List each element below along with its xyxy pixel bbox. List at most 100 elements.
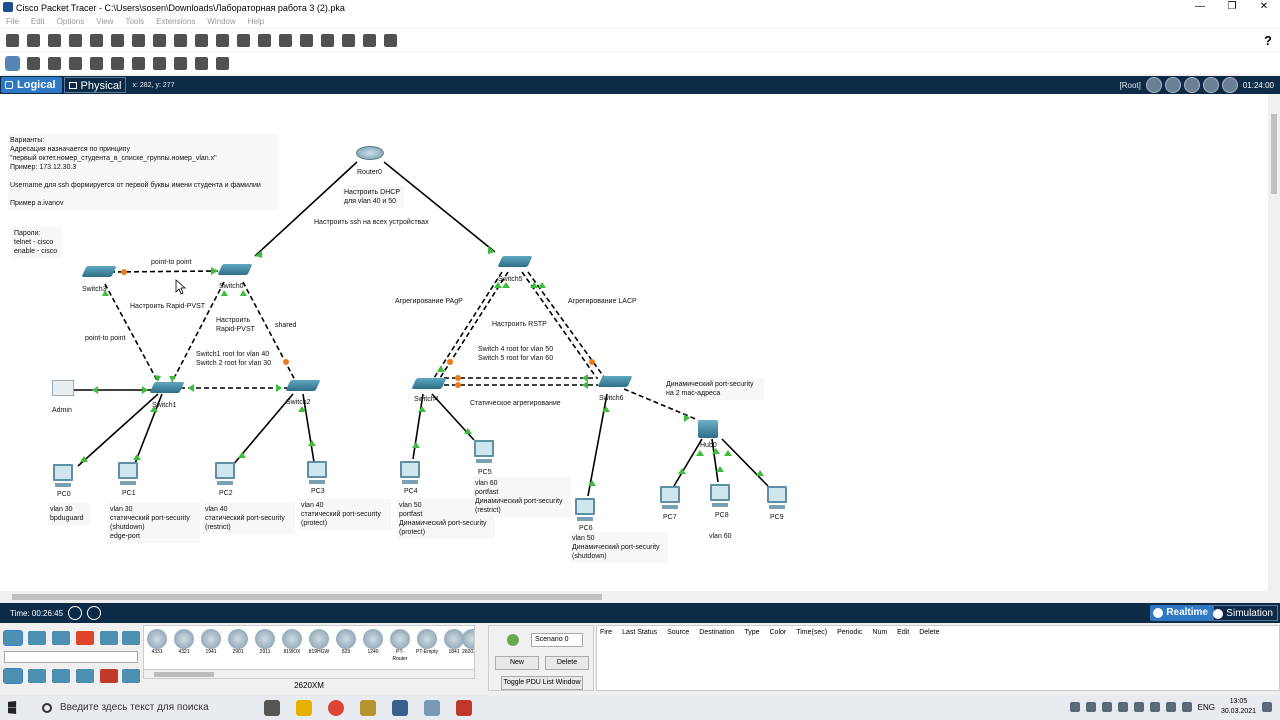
note-dhcp[interactable]: Настроить DHCP для vlan 40 и 50 [342, 186, 404, 208]
environment-icon[interactable] [1202, 77, 1219, 93]
scroll-thumb[interactable] [1271, 114, 1277, 194]
calculator-icon[interactable] [360, 699, 376, 716]
router0[interactable] [356, 146, 384, 160]
language-indicator[interactable]: ENG [1198, 703, 1215, 712]
print-icon[interactable] [69, 33, 82, 47]
model-819iox[interactable]: 819IOX [281, 629, 303, 661]
pc6[interactable] [575, 498, 595, 515]
resize-icon[interactable] [69, 56, 82, 70]
recorder-icon[interactable] [456, 699, 472, 716]
menu-edit[interactable]: Edit [25, 15, 51, 28]
category-connections-icon[interactable] [76, 631, 94, 645]
pc1[interactable] [118, 462, 138, 479]
menu-file[interactable]: File [0, 15, 25, 28]
file-explorer-icon[interactable] [296, 699, 312, 716]
windows-start-icon[interactable] [8, 701, 17, 714]
volume-icon[interactable] [1181, 702, 1192, 712]
pc2[interactable] [215, 462, 235, 479]
power-cycle-icon[interactable] [68, 606, 83, 620]
model-829[interactable]: 829 [335, 629, 357, 661]
label-root-vlans-2[interactable]: Switch 4 root for vlan 50 Switch 5 root … [478, 345, 553, 363]
network-info-icon[interactable] [132, 33, 145, 47]
cloud-icon[interactable] [1164, 77, 1181, 93]
subcategory-hubs-icon[interactable] [52, 669, 70, 683]
taskbar-clock[interactable]: 13:05 30.03.2021 [1221, 697, 1256, 717]
label-root-vlans-1[interactable]: Switch1 root for vlan 40 Switch 2 root f… [196, 350, 271, 368]
inspect-icon[interactable] [27, 56, 40, 70]
admin-pc[interactable] [52, 380, 74, 396]
label-rapid-pvst-2[interactable]: Настроить Rapid-PVST [216, 316, 255, 334]
label-rapid-pvst-1[interactable]: Настроить Rapid-PVST [130, 302, 205, 311]
pc0[interactable] [53, 464, 73, 481]
note-pc8[interactable]: vlan 60 [709, 532, 732, 541]
image-icon[interactable] [384, 33, 397, 47]
draw-ellipse-icon[interactable] [153, 56, 166, 70]
app-icon[interactable] [424, 699, 440, 716]
tray-app-icon[interactable] [1069, 702, 1080, 712]
category-misc-icon[interactable] [100, 631, 118, 645]
note-pc3[interactable]: vlan 40 статический port-security (prote… [299, 499, 391, 530]
menu-extensions[interactable]: Extensions [150, 15, 201, 28]
model-pt-router[interactable]: PT-Router [389, 629, 411, 662]
draw-rect-icon[interactable] [300, 33, 313, 47]
switch5[interactable] [497, 256, 533, 267]
cluster-icon[interactable] [363, 33, 376, 47]
network-icon[interactable] [1165, 702, 1176, 712]
note-variants[interactable]: Варианты: Адресация назначается по принц… [8, 134, 278, 210]
model-819hgw[interactable]: 819HGW [308, 629, 330, 661]
label-pagp[interactable]: Агрегирование PAgP [395, 297, 463, 306]
help-icon[interactable]: ? [1264, 33, 1272, 48]
copy-icon[interactable] [153, 33, 166, 47]
draw-line-icon[interactable] [111, 56, 124, 70]
label-p2p-top[interactable]: point-to point [151, 258, 191, 267]
model-2901[interactable]: 2901 [227, 629, 249, 661]
pc7[interactable] [660, 486, 680, 503]
subcategory-wireless-icon[interactable] [76, 669, 94, 683]
category-components-icon[interactable] [52, 631, 70, 645]
note-pc6[interactable]: vlan 50 Динамический port-security (shut… [570, 532, 668, 563]
draw-rectangle-icon[interactable] [132, 56, 145, 70]
switch4[interactable] [411, 378, 447, 389]
custom-device-icon[interactable] [321, 33, 334, 47]
model-4331[interactable]: 4331 [146, 629, 168, 661]
subcategory-routers-icon[interactable] [3, 668, 23, 684]
subcategory-security-icon[interactable] [100, 669, 118, 683]
switch1[interactable] [149, 382, 185, 393]
note-pc5[interactable]: vlan 60 portfast Динамический port-secur… [473, 477, 571, 517]
model-pt-empty[interactable]: PT-Empty [416, 629, 438, 661]
device-list-scrollbar[interactable] [143, 669, 475, 679]
menu-options[interactable]: Options [51, 15, 91, 28]
new-scenario-button[interactable]: New [495, 656, 539, 670]
menu-window[interactable]: Window [201, 15, 241, 28]
label-shared[interactable]: shared [275, 321, 296, 330]
save-icon[interactable] [48, 33, 61, 47]
pc8[interactable] [710, 484, 730, 501]
pc9[interactable] [767, 486, 787, 503]
subcategory-switches-icon[interactable] [28, 669, 46, 683]
simulation-button[interactable]: Simulation [1209, 605, 1278, 621]
activity-wizard-icon[interactable] [111, 33, 124, 47]
maximize-button[interactable]: ❐ [1216, 0, 1248, 15]
model-1941[interactable]: 1941 [200, 629, 222, 661]
switch6[interactable] [597, 376, 633, 387]
tray-app-icon[interactable] [1149, 702, 1160, 712]
note-dynamic-port-security[interactable]: Динамический port-security на 2 mac-адре… [664, 378, 764, 400]
menu-help[interactable]: Help [242, 15, 270, 28]
root-label[interactable]: [Root] [1120, 81, 1141, 90]
minimize-button[interactable]: — [1184, 0, 1216, 15]
select-icon[interactable] [5, 55, 20, 71]
model-2620xm[interactable]: 2620XM [462, 629, 474, 661]
open-file-icon[interactable] [27, 33, 40, 47]
delete-icon[interactable] [48, 56, 61, 70]
simple-pdu-icon[interactable] [195, 56, 208, 70]
taskbar-search[interactable]: Введите здесь текст для поиска [36, 695, 256, 720]
category-multiuser-icon[interactable] [122, 631, 140, 645]
model-4321[interactable]: 4321 [173, 629, 195, 661]
category-end-devices-icon[interactable] [28, 631, 46, 645]
undo-icon[interactable] [195, 33, 208, 47]
tray-app-icon[interactable] [1133, 702, 1144, 712]
note-pc1[interactable]: vlan 30 статический port-security (shutd… [108, 503, 200, 543]
note-icon[interactable] [90, 56, 103, 70]
toggle-pdu-list-button[interactable]: Toggle PDU List Window [501, 676, 583, 690]
viewport-icon[interactable] [342, 33, 355, 47]
